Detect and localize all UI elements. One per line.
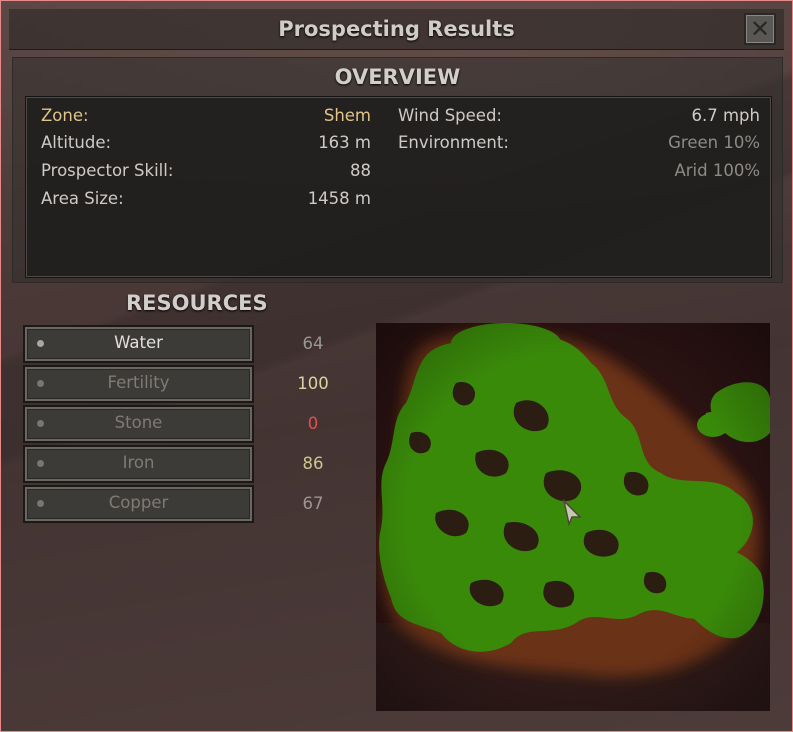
- zone-label: Zone:: [41, 106, 89, 125]
- resource-name: Iron: [122, 453, 155, 472]
- close-button[interactable]: ✕: [744, 13, 776, 45]
- altitude-label: Altitude:: [41, 133, 112, 152]
- resource-value-copper: 67: [302, 494, 324, 513]
- resource-value-iron: 86: [302, 454, 324, 473]
- wind-speed-label: Wind Speed:: [398, 106, 502, 125]
- title-bar[interactable]: Prospecting Results ✕: [9, 9, 784, 50]
- window-title: Prospecting Results: [278, 17, 515, 41]
- zone-value: Shem: [323, 106, 371, 125]
- resource-heatmap[interactable]: [376, 323, 770, 711]
- prospecting-results-window: Prospecting Results ✕ OVERVIEW Zone: She…: [0, 0, 793, 732]
- environment-label: Environment:: [398, 133, 509, 152]
- resource-button-stone[interactable]: Stone: [23, 405, 254, 443]
- resource-button-iron[interactable]: Iron: [23, 445, 254, 483]
- overview-heading: OVERVIEW: [334, 65, 461, 89]
- overview-box: Zone: Shem Altitude: 163 m Prospector Sk…: [25, 96, 772, 278]
- resource-value-water: 64: [302, 334, 324, 353]
- resource-button-fertility[interactable]: Fertility: [23, 365, 254, 403]
- resource-name: Fertility: [107, 373, 170, 392]
- environment-arid-value: Arid 100%: [674, 161, 760, 180]
- resource-name: Copper: [108, 493, 169, 512]
- altitude-value: 163 m: [318, 133, 371, 152]
- resource-name: Water: [114, 333, 163, 352]
- prospector-skill-label: Prospector Skill:: [41, 161, 174, 180]
- area-size-value: 1458 m: [307, 189, 371, 208]
- resource-value-fertility: 100: [297, 374, 329, 393]
- close-icon: ✕: [749, 15, 771, 43]
- resource-button-water[interactable]: Water: [23, 325, 254, 363]
- area-size-label: Area Size:: [41, 189, 124, 208]
- resource-button-copper[interactable]: Copper: [23, 485, 254, 523]
- resources-heading: RESOURCES: [126, 291, 268, 315]
- environment-green-value: Green 10%: [668, 133, 760, 152]
- cursor-arrow-icon: [562, 499, 582, 527]
- prospector-skill-value: 88: [350, 161, 371, 180]
- resource-value-stone: 0: [307, 414, 319, 433]
- overview-panel: OVERVIEW Zone: Shem Altitude: 163 m Pros…: [12, 57, 783, 283]
- wind-speed-value: 6.7 mph: [691, 106, 761, 125]
- resource-name: Stone: [114, 413, 163, 432]
